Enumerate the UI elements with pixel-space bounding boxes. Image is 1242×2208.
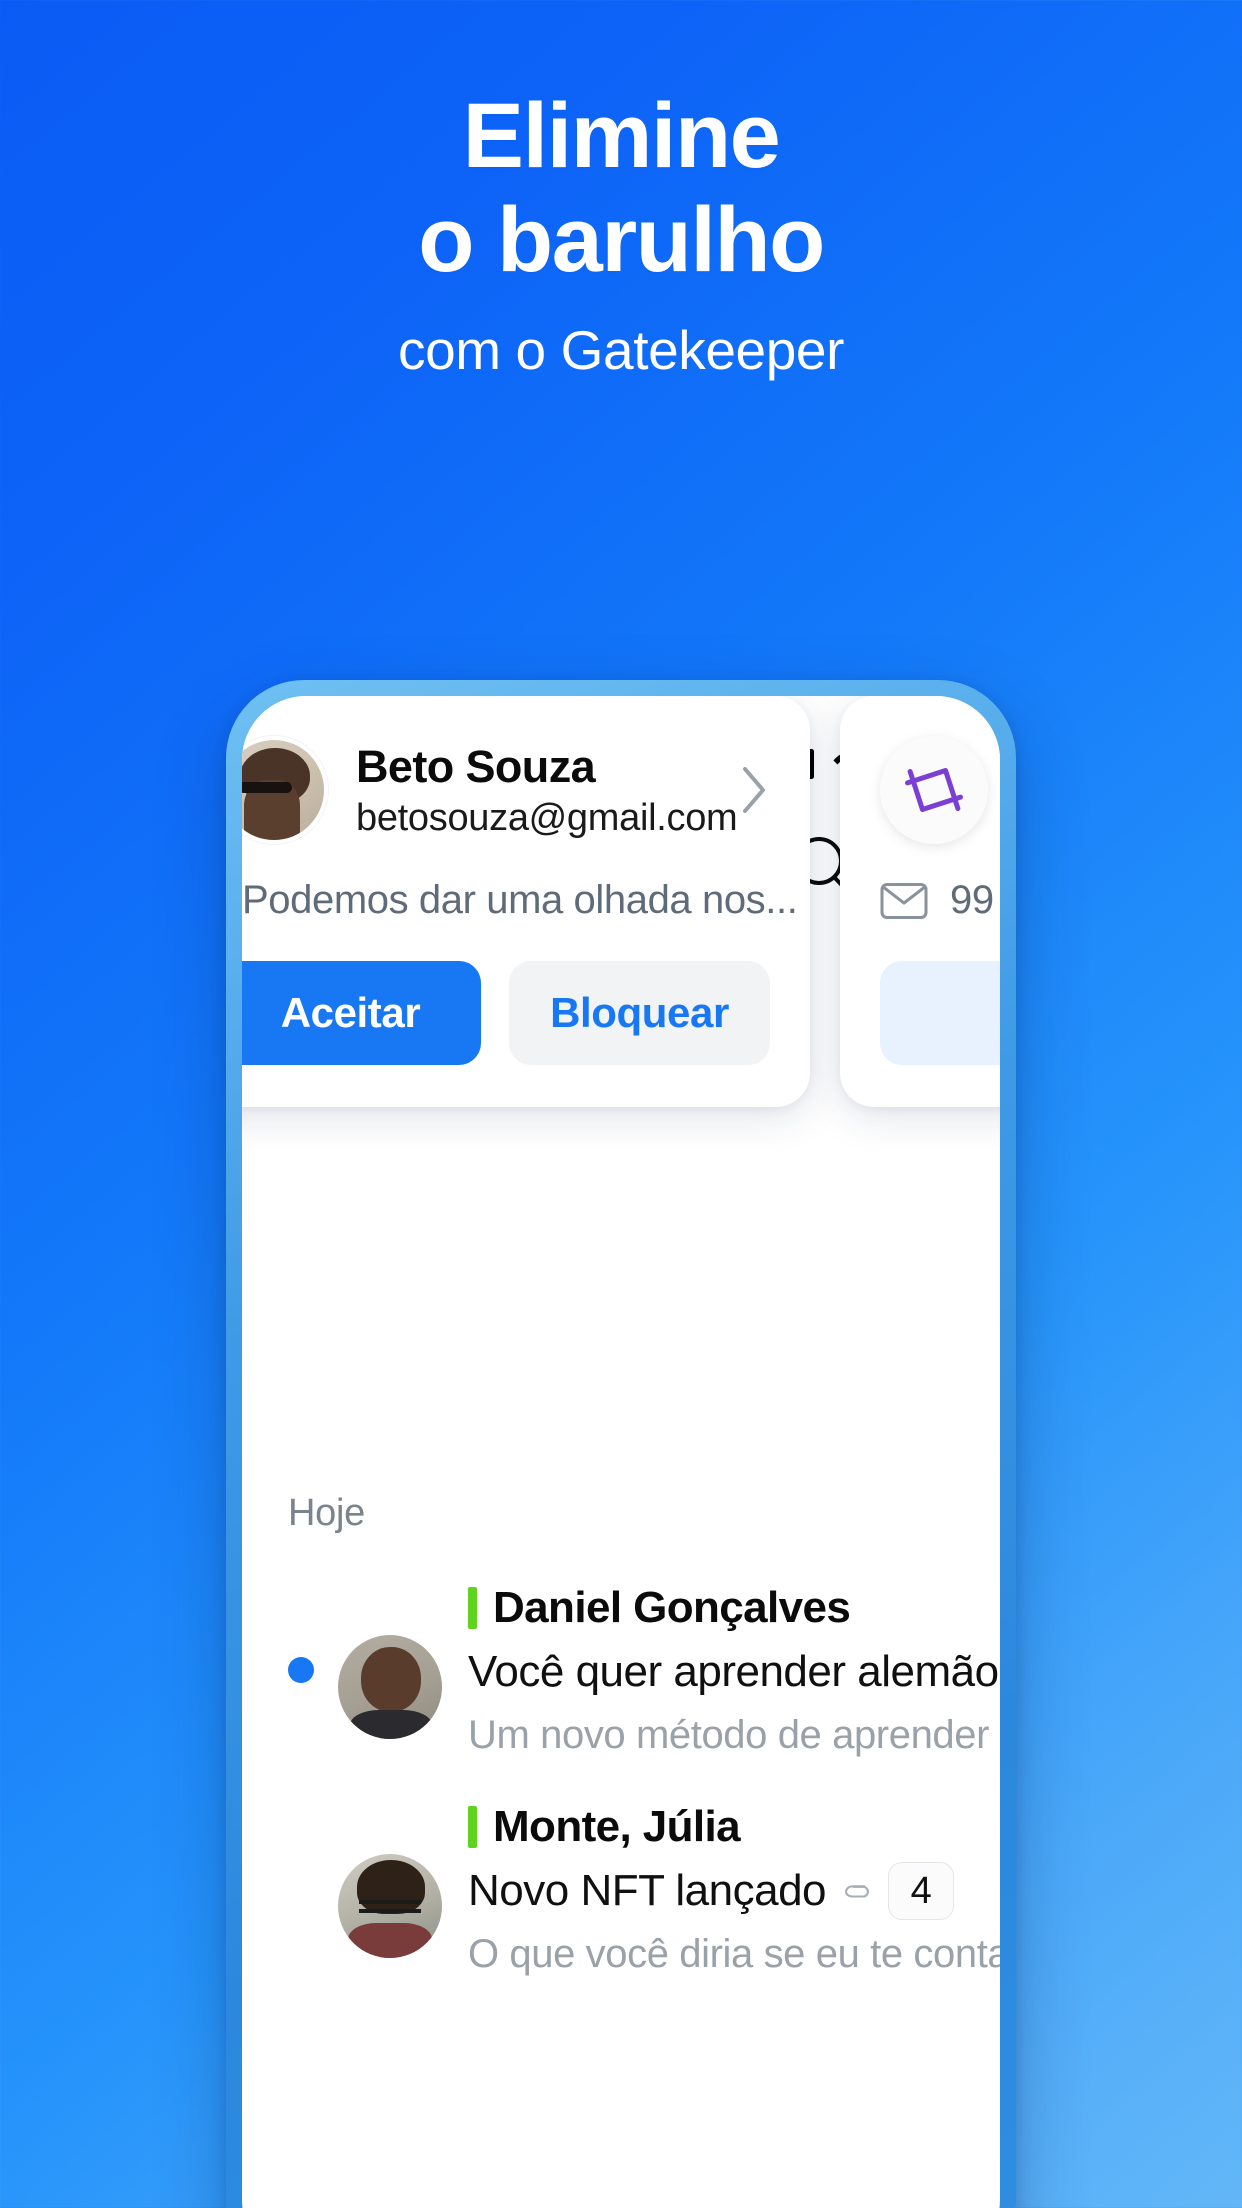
avatar [338,1635,442,1739]
sender-cards-carousel[interactable]: Beto Souza betosouza@gmail.com Podemos d… [242,696,1000,1107]
mail-snippet-text: Um novo método de aprender al... [468,1713,1000,1757]
sender-preview-text: 99 tru [950,878,1000,922]
mail-snippet-text: O que você diria se eu te contas... [468,1932,1000,1976]
unread-indicator [288,1657,314,1683]
hero-section: Elimine o barulho com o Gatekeeper [0,0,1242,382]
sender-accent-bar [468,1587,477,1629]
mail-list-item[interactable]: Daniel Gonçalves Você quer aprender alem… [288,1565,1000,1784]
sender-card[interactable]: Beto Souza betosouza@gmail.com Podemos d… [242,696,810,1107]
avatar-photo-julia [338,1854,442,1958]
sender-card-next-peek[interactable]: K in 99 tru Ac [840,696,1000,1107]
mail-snippet-row: Um novo método de aprender al... 5:52 pm [468,1713,1000,1758]
hero-title-line-2: o barulho [418,189,825,291]
sender-card-header: K in [880,736,1000,844]
hero-title-line-1: Elimine [462,85,781,187]
mail-sender-row: Daniel Gonçalves [468,1583,954,1633]
sender-card-preview: 99 tru [880,878,1000,923]
sender-card-actions: Ac [880,961,1000,1065]
sender-card-actions: Aceitar Bloquear [242,961,770,1065]
mail-sender-row: Monte, Júlia [468,1802,954,1852]
mail-sender-name: Monte, Júlia [493,1802,741,1851]
mail-thread-count: 4 [888,1862,954,1920]
avatar [880,736,988,844]
sender-card-open-button[interactable] [738,764,770,816]
mail-subject-text: Você quer aprender alemão? [468,1647,1000,1696]
mail-subject-row: Novo NFT lançado 4 [468,1862,954,1920]
accept-button[interactable]: Aceitar [242,961,481,1065]
crop-frame-icon [904,767,964,813]
chevron-right-icon [743,767,765,813]
hero-subtitle: com o Gatekeeper [397,319,845,381]
unread-indicator [288,1876,314,1902]
sender-identity: Beto Souza betosouza@gmail.com [356,740,738,840]
mail-subject-row: Você quer aprender alemão? 17 [468,1643,1000,1701]
sender-name: Beto Souza [356,740,596,792]
phone-screen: 9:41 [242,696,1000,2208]
avatar [338,1854,442,1958]
sender-preview-text: Podemos dar uma olhada nos... [242,878,798,922]
mail-list: Hoje Daniel Gonçalves Você quer aprender… [242,1464,1000,2003]
sender-card-preview: Podemos dar uma olhada nos... [242,878,798,923]
paperclip-icon [845,1885,869,1898]
mail-content: Monte, Júlia Novo NFT lançado 4 O que vo… [468,1802,1000,1977]
mail-snippet-row: O que você diria se eu te contas... 2:24… [468,1932,1000,1977]
mail-list-item[interactable]: Monte, Júlia Novo NFT lançado 4 O que vo… [288,1784,1000,2003]
phone-mockup-frame: 9:41 [226,680,1016,2208]
block-button[interactable]: Bloquear [509,961,770,1065]
envelope-icon [880,882,928,919]
sender-card-header: Beto Souza betosouza@gmail.com [242,736,770,844]
accept-button[interactable]: Ac [880,961,1000,1065]
avatar-photo-daniel [338,1635,442,1739]
avatar-photo-beto [242,740,324,840]
avatar [242,736,328,844]
mail-sender-name: Daniel Gonçalves [493,1583,851,1632]
sender-email: betosouza@gmail.com [356,796,738,839]
mail-content: Daniel Gonçalves Você quer aprender alem… [468,1583,1000,1758]
sender-accent-bar [468,1806,477,1848]
mail-section-header: Hoje [288,1492,365,1534]
mail-subject-text: Novo NFT lançado [468,1866,827,1915]
